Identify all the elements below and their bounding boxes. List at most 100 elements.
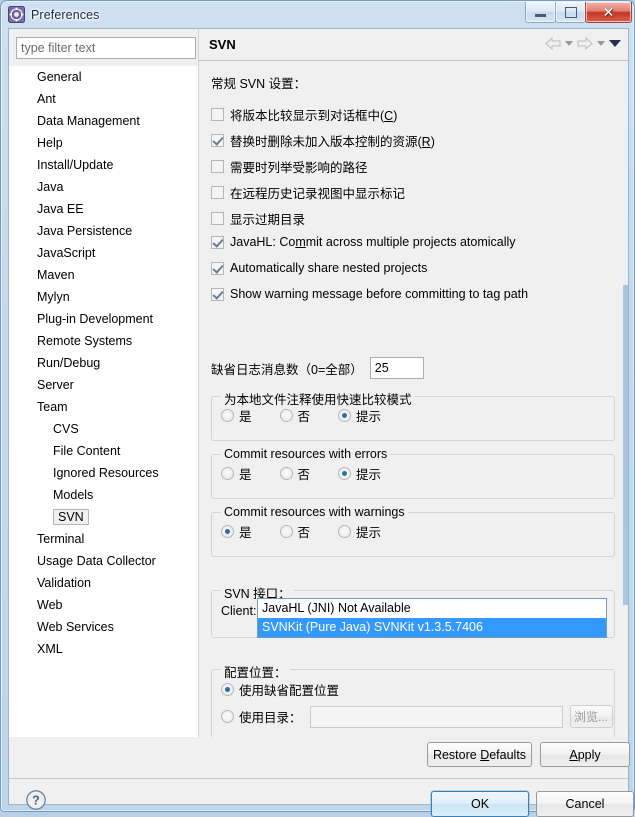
sidebar-item-models[interactable]: Models bbox=[9, 484, 198, 506]
sidebar-item-java-ee[interactable]: Java EE bbox=[9, 198, 198, 220]
restore-defaults-label: Restore Defaults bbox=[432, 747, 527, 762]
radio-option[interactable]: 否 bbox=[279, 522, 311, 541]
checkbox-row[interactable]: 将版本比较显示到对话框中(C) bbox=[211, 105, 397, 124]
checkbox-row[interactable]: 显示过期目录 bbox=[211, 209, 305, 228]
config-location-group: 配置位置： 使用缺省配置位置 使用目录： 浏览... bbox=[211, 662, 615, 737]
sidebar-item-label: Plug-in Development bbox=[37, 312, 154, 326]
radio-label: 否 bbox=[297, 526, 311, 540]
sidebar-item-web-services[interactable]: Web Services bbox=[9, 616, 198, 638]
sidebar-item-label: Mylyn bbox=[37, 290, 70, 304]
page-title: SVN bbox=[209, 37, 236, 52]
sidebar-item-label: Terminal bbox=[37, 532, 85, 546]
radio-selected-icon bbox=[338, 409, 352, 422]
apply-button[interactable]: Apply bbox=[540, 742, 630, 767]
dropdown-option[interactable]: JavaHL (JNI) Not Available bbox=[258, 599, 606, 618]
checkbox-label: Automatically share nested projects bbox=[230, 261, 428, 275]
back-history-chevron-down-icon[interactable] bbox=[565, 41, 573, 46]
help-icon[interactable]: ? bbox=[25, 789, 47, 811]
checkbox-checked-icon bbox=[211, 134, 224, 147]
sidebar-item-run-debug[interactable]: Run/Debug bbox=[9, 352, 198, 374]
log-messages-row: 缺省日志消息数（0=全部） bbox=[211, 357, 424, 379]
close-button[interactable]: ✕ bbox=[585, 2, 632, 23]
sidebar-item-xml[interactable]: XML bbox=[9, 638, 198, 660]
cancel-button[interactable]: Cancel bbox=[536, 791, 634, 817]
radio-group-title: Commit resources with errors bbox=[221, 447, 391, 461]
radio-group: 为本地文件注释使用快速比较模式是 否 提示 bbox=[211, 389, 615, 441]
checkbox-unchecked-icon bbox=[211, 160, 224, 173]
sidebar-item-java[interactable]: Java bbox=[9, 176, 198, 198]
checkbox-label: JavaHL: Commit across multiple projects … bbox=[230, 235, 516, 249]
radio-option[interactable]: 提示 bbox=[338, 522, 381, 541]
sidebar-item-label: Models bbox=[53, 488, 94, 502]
sidebar-item-data-management[interactable]: Data Management bbox=[9, 110, 198, 132]
forward-arrow-icon[interactable] bbox=[577, 37, 593, 50]
radio-option[interactable]: 是 bbox=[221, 406, 252, 425]
sidebar-item-ant[interactable]: Ant bbox=[9, 88, 198, 110]
client-dropdown-list[interactable]: JavaHL (JNI) Not Available SVNKit (Pure J… bbox=[257, 598, 607, 638]
restore-defaults-button[interactable]: Restore Defaults bbox=[427, 742, 532, 767]
log-messages-input[interactable] bbox=[369, 357, 424, 379]
filter-input[interactable] bbox=[16, 37, 196, 59]
sidebar-item-maven[interactable]: Maven bbox=[9, 264, 198, 286]
window-title: Preferences bbox=[31, 7, 100, 22]
sidebar-item-plug-in-development[interactable]: Plug-in Development bbox=[9, 308, 198, 330]
sidebar-item-server[interactable]: Server bbox=[9, 374, 198, 396]
scrollbar-thumb[interactable] bbox=[623, 285, 628, 605]
preferences-tree[interactable]: General Ant Data Management Help Install/Upd… bbox=[9, 66, 198, 737]
ok-button[interactable]: OK bbox=[431, 791, 529, 817]
sidebar-item-label: Java bbox=[37, 180, 64, 194]
sidebar-item-usage-data-collector[interactable]: Usage Data Collector bbox=[9, 550, 198, 572]
sidebar-item-cvs[interactable]: CVS bbox=[9, 418, 198, 440]
view-menu-chevron-down-icon[interactable] bbox=[609, 40, 621, 47]
sidebar-item-remote-systems[interactable]: Remote Systems bbox=[9, 330, 198, 352]
sidebar-item-validation[interactable]: Validation bbox=[9, 572, 198, 594]
sidebar-item-ignored-resources[interactable]: Ignored Resources bbox=[9, 462, 198, 484]
sidebar-item-javascript[interactable]: JavaScript bbox=[9, 242, 198, 264]
radio-icon bbox=[279, 525, 293, 538]
scrollbar-track[interactable] bbox=[623, 61, 628, 285]
sidebar-item-team[interactable]: Team bbox=[9, 396, 198, 418]
sidebar-item-install-update[interactable]: Install/Update bbox=[9, 154, 198, 176]
radio-use-default-location[interactable]: 使用缺省配置位置 bbox=[221, 680, 339, 699]
radio-option[interactable]: 提示 bbox=[338, 464, 381, 483]
radio-icon bbox=[338, 525, 352, 538]
minimize-icon bbox=[535, 13, 546, 17]
sidebar-item-mylyn[interactable]: Mylyn bbox=[9, 286, 198, 308]
radio-option[interactable]: 是 bbox=[221, 464, 252, 483]
checkbox-unchecked-icon bbox=[211, 212, 224, 225]
directory-input[interactable] bbox=[309, 705, 563, 728]
forward-history-chevron-down-icon[interactable] bbox=[597, 41, 605, 46]
sidebar-item-label: Team bbox=[37, 400, 68, 414]
checkbox-row[interactable]: 需要时列举受影响的路径 bbox=[211, 157, 368, 176]
back-arrow-icon[interactable] bbox=[545, 37, 561, 50]
minimize-button[interactable] bbox=[525, 2, 556, 23]
checkbox-label: 将版本比较显示到对话框中(C) bbox=[230, 109, 398, 123]
checkbox-row[interactable]: 替换时删除未加入版本控制的资源(R) bbox=[211, 131, 435, 150]
dropdown-option[interactable]: SVNKit (Pure Java) SVNKit v1.3.5.7406 bbox=[258, 618, 606, 637]
sidebar-item-svn[interactable]: SVN bbox=[9, 506, 198, 528]
radio-option[interactable]: 提示 bbox=[338, 406, 381, 425]
config-directory-row: 使用目录： 浏览... bbox=[212, 699, 614, 728]
sidebar-item-java-persistence[interactable]: Java Persistence bbox=[9, 220, 198, 242]
sidebar-item-general[interactable]: General bbox=[9, 66, 198, 88]
sidebar-item-terminal[interactable]: Terminal bbox=[9, 528, 198, 550]
cancel-label: Cancel bbox=[565, 797, 605, 811]
window-controls: ✕ bbox=[525, 2, 632, 23]
checkbox-row[interactable]: Show warning message before committing t… bbox=[211, 287, 528, 301]
radio-use-directory[interactable]: 使用目录： bbox=[221, 707, 302, 726]
sidebar-item-label: Usage Data Collector bbox=[37, 554, 156, 568]
sidebar-item-web[interactable]: Web bbox=[9, 594, 198, 616]
panel-scrollbar[interactable] bbox=[623, 61, 628, 737]
radio-option[interactable]: 否 bbox=[279, 406, 310, 425]
checkbox-row[interactable]: 在远程历史记录视图中显示标记 bbox=[211, 183, 405, 202]
checkbox-row[interactable]: JavaHL: Commit across multiple projects … bbox=[211, 235, 516, 249]
radio-option[interactable]: 否 bbox=[279, 464, 310, 483]
maximize-button[interactable] bbox=[555, 2, 586, 23]
radio-option[interactable]: 是 bbox=[221, 522, 252, 541]
sidebar-item-label: Server bbox=[37, 378, 74, 392]
sidebar-item-help[interactable]: Help bbox=[9, 132, 198, 154]
sidebar-item-file-content[interactable]: File Content bbox=[9, 440, 198, 462]
radio-label: 是 bbox=[239, 468, 252, 482]
browse-button[interactable]: 浏览... bbox=[569, 705, 613, 728]
checkbox-row[interactable]: Automatically share nested projects bbox=[211, 261, 427, 275]
